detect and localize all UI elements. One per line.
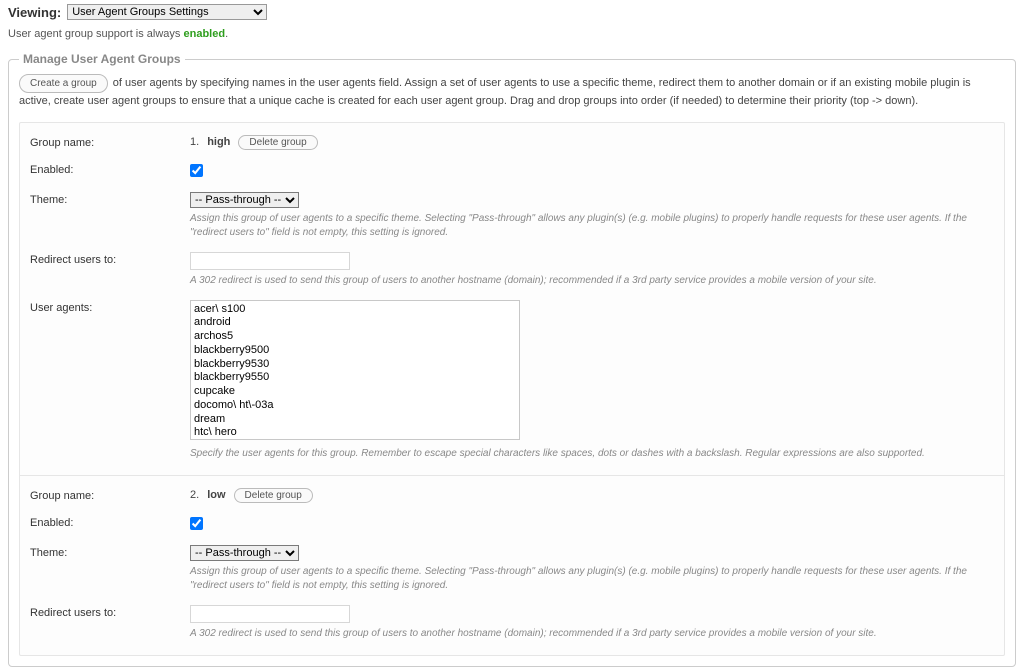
theme-help: Assign this group of user agents to a sp… (190, 212, 970, 240)
viewing-row: Viewing: User Agent Groups Settings (8, 0, 1016, 24)
group-name-value: high (207, 136, 230, 148)
user-agents-textarea[interactable] (190, 300, 520, 440)
theme-select[interactable]: -- Pass-through -- (190, 192, 299, 208)
group-name-value: low (207, 489, 225, 501)
theme-select[interactable]: -- Pass-through -- (190, 545, 299, 561)
redirect-label: Redirect users to: (30, 252, 190, 266)
support-status: User agent group support is always enabl… (8, 24, 1016, 52)
group-index: 2. (190, 489, 199, 501)
create-group-button[interactable]: Create a group (19, 74, 108, 93)
agents-help: Specify the user agents for this group. … (190, 447, 970, 461)
group-name-label: Group name: (30, 135, 190, 149)
redirect-help: A 302 redirect is used to send this grou… (190, 274, 970, 288)
intro-row: Create a group of user agents by specify… (19, 74, 1005, 110)
redirect-label: Redirect users to: (30, 605, 190, 619)
enabled-label: Enabled: (30, 162, 190, 176)
enabled-checkbox[interactable] (190, 517, 203, 530)
intro-text: of user agents by specifying names in th… (19, 77, 971, 107)
page-select[interactable]: User Agent Groups Settings (67, 4, 267, 20)
groups-area: Group name: 1. high Delete group Enabled… (19, 122, 1005, 656)
viewing-label: Viewing: (8, 5, 61, 20)
group-name-label: Group name: (30, 488, 190, 502)
group-block: Group name: 2. low Delete group Enabled:… (20, 476, 1004, 655)
theme-help: Assign this group of user agents to a sp… (190, 565, 970, 593)
panel-legend: Manage User Agent Groups (19, 52, 185, 66)
agents-label: User agents: (30, 300, 190, 314)
delete-group-button[interactable]: Delete group (238, 135, 317, 150)
delete-group-button[interactable]: Delete group (234, 488, 313, 503)
theme-label: Theme: (30, 545, 190, 559)
group-block: Group name: 1. high Delete group Enabled… (20, 123, 1004, 476)
redirect-input[interactable] (190, 605, 350, 623)
theme-label: Theme: (30, 192, 190, 206)
redirect-help: A 302 redirect is used to send this grou… (190, 627, 970, 641)
enabled-label: Enabled: (30, 515, 190, 529)
redirect-input[interactable] (190, 252, 350, 270)
status-enabled-word: enabled (183, 28, 225, 40)
group-index: 1. (190, 136, 199, 148)
enabled-checkbox[interactable] (190, 164, 203, 177)
manage-groups-panel: Manage User Agent Groups Create a group … (8, 52, 1016, 667)
